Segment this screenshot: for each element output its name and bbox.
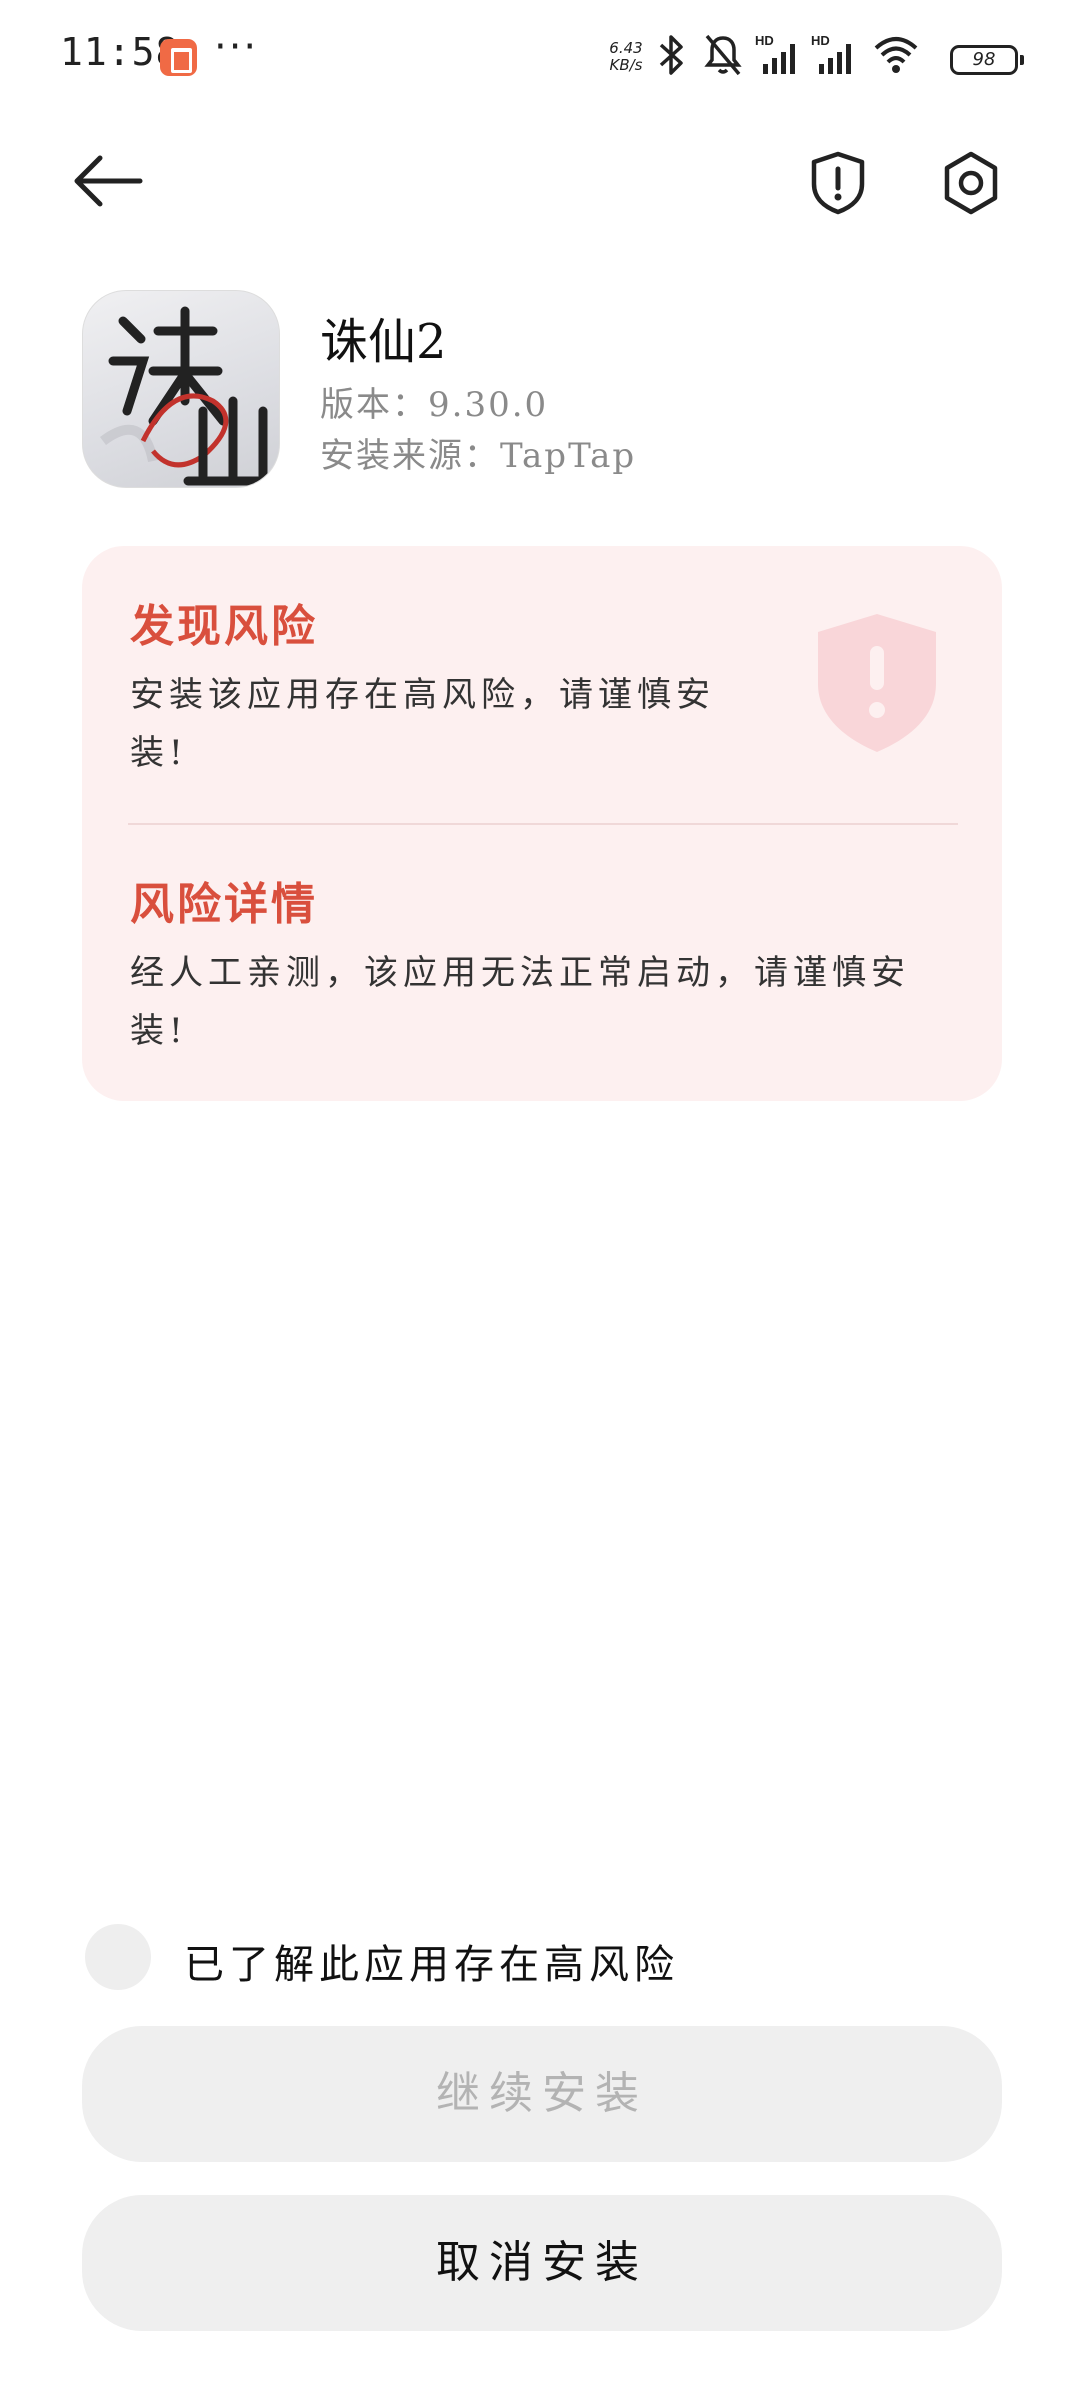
app-name: 诛仙2	[320, 314, 447, 370]
status-bar: 11:58 ··· 6.43 KB/s HD HD 98	[0, 0, 1080, 110]
network-speed-unit: KB/s	[609, 56, 643, 74]
install-source: 安装来源：TapTap	[320, 436, 637, 476]
continue-install-button[interactable]: 继续安装	[82, 2026, 1002, 2162]
cancel-install-button[interactable]: 取消安装	[82, 2195, 1002, 2331]
svg-text:HD: HD	[811, 33, 830, 48]
acknowledge-row[interactable]: 已了解此应用存在高风险	[82, 1924, 1002, 1994]
more-notifications-icon: ···	[214, 24, 259, 70]
battery-icon: 98	[950, 45, 1024, 75]
settings-gear-icon[interactable]	[940, 150, 1002, 216]
risk-found-title: 发现风险	[130, 601, 318, 652]
app-icon	[82, 290, 280, 488]
shield-alert-icon	[818, 614, 936, 752]
risk-details-title: 风险详情	[130, 879, 318, 930]
acknowledge-checkbox[interactable]	[85, 1924, 151, 1990]
network-speed: 6.43 KB/s	[605, 40, 647, 74]
acknowledge-label: 已了解此应用存在高风险	[184, 1942, 679, 1988]
shield-alert-icon[interactable]	[808, 150, 868, 216]
app-version: 版本：9.30.0	[320, 385, 549, 425]
notification-app-icon	[160, 39, 197, 76]
install-risk-screen: 11:58 ··· 6.43 KB/s HD HD 98 诛仙2 版本：9.30…	[0, 0, 1080, 2401]
back-arrow-icon[interactable]	[70, 150, 145, 212]
signal-hd-icon: HD	[755, 33, 795, 74]
bluetooth-icon	[659, 35, 683, 75]
risk-details-text: 经人工亲测，该应用无法正常启动，请谨慎安装!	[130, 953, 910, 1051]
mute-bell-icon	[704, 34, 742, 76]
card-divider	[128, 823, 958, 825]
network-speed-value: 6.43	[609, 39, 643, 57]
app-logo-icon	[100, 306, 268, 486]
wifi-icon	[874, 37, 918, 73]
svg-text:HD: HD	[755, 33, 774, 48]
risk-found-text: 安装该应用存在高风险，请谨慎安装!	[130, 675, 715, 773]
risk-card: 发现风险 安装该应用存在高风险，请谨慎安装! 风险详情 经人工亲测，该应用无法正…	[82, 546, 1002, 1101]
signal-hd-icon: HD	[811, 33, 851, 74]
